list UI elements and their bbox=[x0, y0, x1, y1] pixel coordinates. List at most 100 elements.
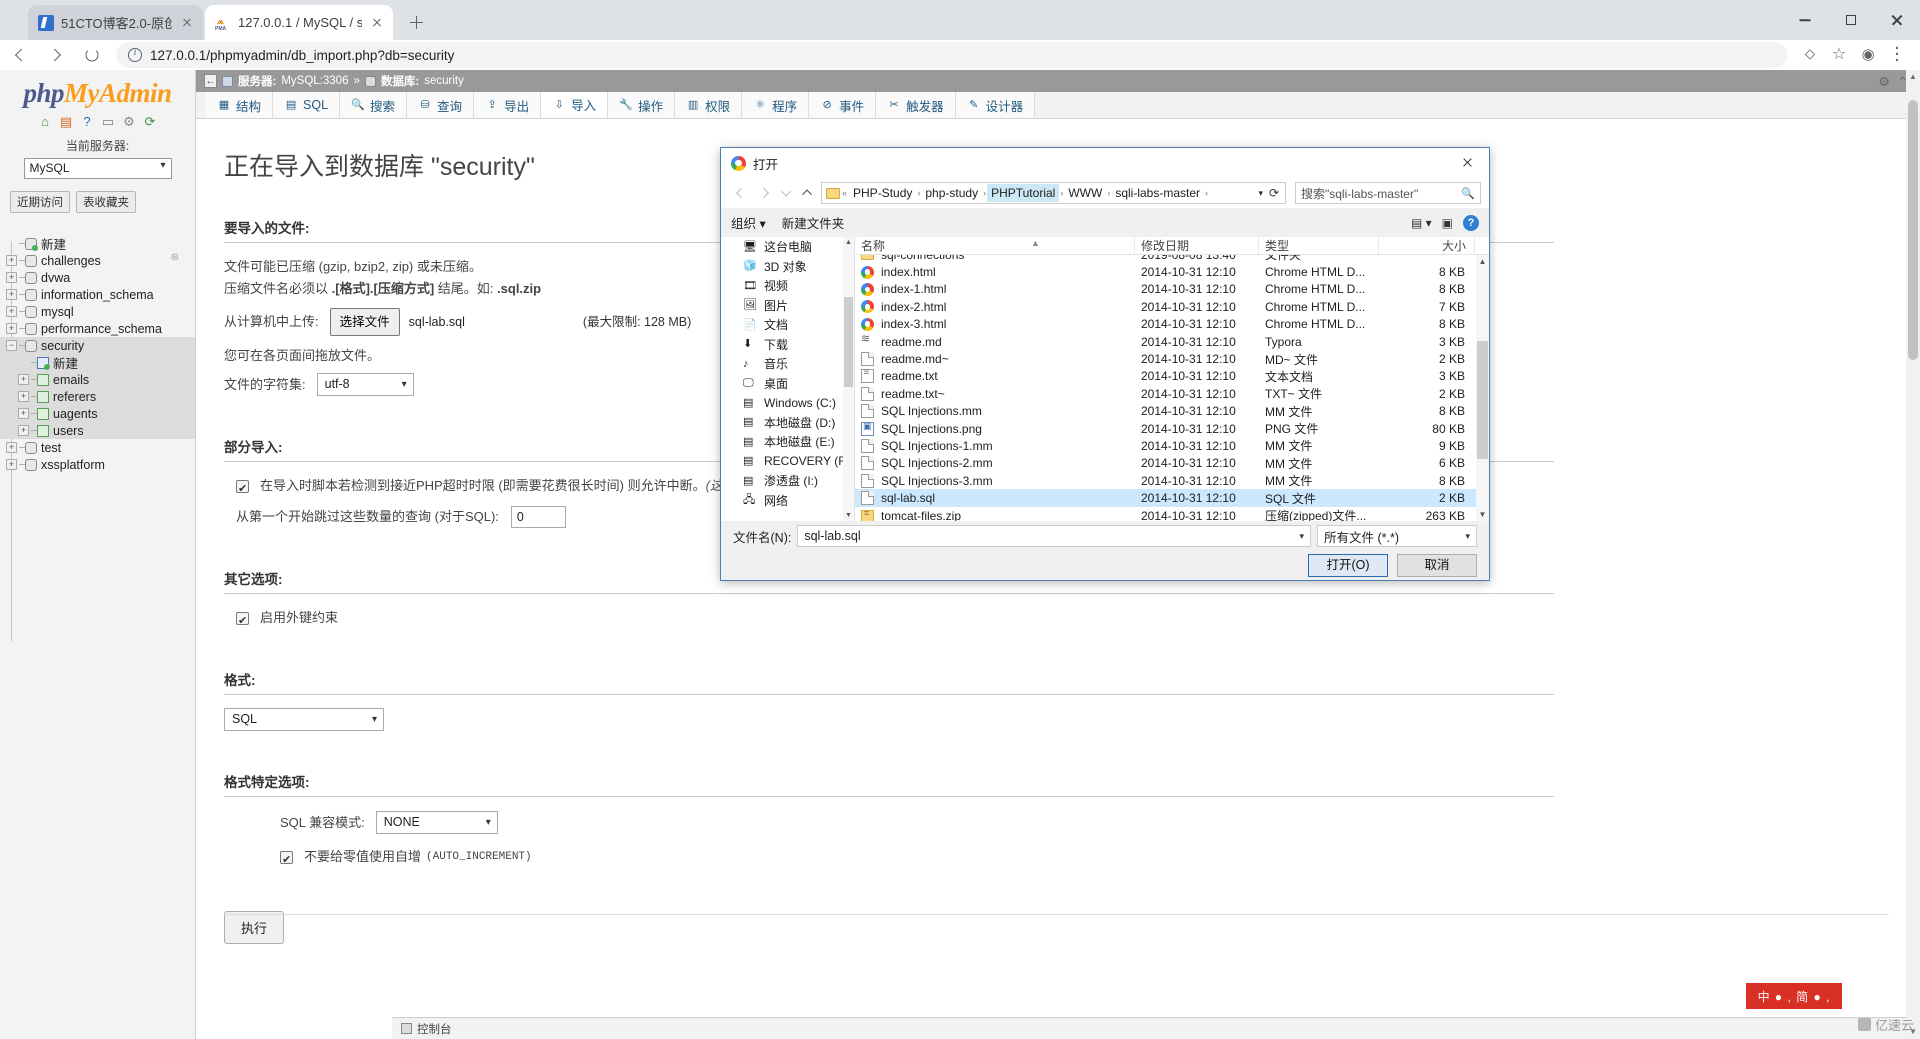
dialog-forward-button[interactable] bbox=[754, 182, 775, 204]
preview-pane-icon[interactable]: ▣ bbox=[1442, 216, 1453, 230]
help-icon[interactable]: ? bbox=[1463, 214, 1479, 231]
column-header-name[interactable]: 名称 bbox=[855, 236, 1135, 255]
tree-item-challenges[interactable]: + challenges bbox=[0, 252, 195, 269]
file-row[interactable]: SQL Injections.png 2014-10-31 12:10 PNG 文件… bbox=[855, 420, 1476, 437]
new-folder-button[interactable]: 新建文件夹 bbox=[782, 213, 845, 232]
tree-item-dvwa[interactable]: + dvwa bbox=[0, 269, 195, 286]
scroll-up-arrow-icon[interactable]: ▲ bbox=[1476, 255, 1489, 268]
back-button[interactable] bbox=[4, 41, 36, 69]
file-row[interactable]: SQL Injections-2.mm 2014-10-31 12:10 MM 文件… bbox=[855, 455, 1476, 472]
profile-icon[interactable] bbox=[1855, 42, 1881, 68]
foreign-key-checkbox[interactable] bbox=[236, 610, 249, 632]
breadcrumb-php-study[interactable]: php-study bbox=[921, 184, 982, 202]
place-桌面[interactable]: 🖵 桌面 bbox=[721, 374, 854, 394]
choose-file-button[interactable]: 选择文件 bbox=[329, 308, 400, 336]
format-select[interactable]: SQL bbox=[224, 708, 384, 731]
browser-tab-0[interactable]: 51CTO博客2.0-原创IT技术文章 bbox=[28, 5, 203, 40]
file-row[interactable]: readme.md 2014-10-31 12:10 Typora 3 KB bbox=[855, 332, 1476, 350]
file-row[interactable]: index-3.html 2014-10-31 12:10 Chrome HTML … bbox=[855, 316, 1476, 333]
charset-select[interactable]: utf-8 bbox=[316, 373, 414, 396]
close-icon[interactable] bbox=[179, 15, 195, 31]
expand-icon[interactable]: + bbox=[18, 408, 29, 419]
autoincrement-checkbox[interactable] bbox=[280, 849, 293, 871]
place-3D 对象[interactable]: 🧊 3D 对象 bbox=[721, 257, 854, 277]
skip-queries-input[interactable]: 0 bbox=[510, 506, 566, 528]
minimize-button[interactable] bbox=[1782, 0, 1828, 40]
view-mode-icon[interactable]: ▤ ▾ bbox=[1411, 216, 1432, 230]
tab-事件[interactable]: ⊘ 事件 bbox=[809, 92, 877, 118]
place-下载[interactable]: ⬇ 下载 bbox=[721, 335, 854, 355]
dialog-recent-dropdown[interactable] bbox=[779, 182, 792, 204]
expand-icon[interactable]: + bbox=[6, 255, 17, 266]
tab-导入[interactable]: ⇩ 导入 bbox=[541, 92, 609, 118]
help-icon[interactable]: ? bbox=[79, 114, 95, 130]
place-本地磁盘 (D:)[interactable]: ▤ 本地磁盘 (D:) bbox=[721, 413, 854, 433]
recent-tables-button[interactable]: 近期访问 bbox=[10, 191, 70, 213]
tree-item-information_schema[interactable]: + information_schema bbox=[0, 286, 195, 303]
dialog-up-button[interactable] bbox=[796, 182, 817, 204]
close-window-button[interactable] bbox=[1874, 0, 1920, 40]
file-row[interactable]: tomcat-files.zip 2014-10-31 12:10 压缩(zippe… bbox=[855, 507, 1476, 521]
new-tab-button[interactable] bbox=[405, 11, 427, 33]
file-row[interactable]: readme.txt 2014-10-31 12:10 文本文档 3 KB bbox=[855, 367, 1476, 385]
search-icon[interactable]: 🔍 bbox=[1461, 187, 1475, 200]
file-type-filter[interactable]: 所有文件 (*.*) ▾ bbox=[1317, 525, 1477, 547]
column-header-type[interactable]: 类型 bbox=[1259, 236, 1379, 255]
tree-item-users[interactable]: + users bbox=[0, 422, 195, 439]
cancel-button[interactable]: 取消 bbox=[1397, 554, 1477, 577]
tree-item-新建[interactable]: 新建 bbox=[0, 235, 195, 252]
tree-item-mysql[interactable]: + mysql bbox=[0, 303, 195, 320]
reload-button[interactable] bbox=[76, 41, 108, 69]
browser-tab-1[interactable]: ⩕ PMA 127.0.0.1 / MySQL / security | bbox=[205, 5, 393, 40]
scrollbar-thumb[interactable] bbox=[844, 297, 853, 387]
tab-搜索[interactable]: 🔍 搜索 bbox=[340, 92, 408, 118]
breadcrumb-sqli-labs-master[interactable]: sqli-labs-master bbox=[1111, 184, 1204, 202]
place-视频[interactable]: 🎞 视频 bbox=[721, 276, 854, 296]
docs-icon[interactable]: ▭ bbox=[100, 114, 116, 130]
tree-item-referers[interactable]: + referers bbox=[0, 388, 195, 405]
place-音乐[interactable]: ♪ 音乐 bbox=[721, 354, 854, 374]
organize-button[interactable]: 组织 ▾ bbox=[731, 213, 766, 232]
allow-interrupt-checkbox[interactable] bbox=[236, 478, 249, 500]
close-icon[interactable] bbox=[369, 15, 385, 31]
expand-icon[interactable]: + bbox=[6, 306, 17, 317]
open-button[interactable]: 打开(O) bbox=[1308, 554, 1388, 577]
sql-compat-select[interactable]: NONE bbox=[375, 811, 498, 834]
refresh-icon[interactable]: ⟳ bbox=[1269, 186, 1279, 200]
chevron-down-icon[interactable]: ▾ bbox=[1258, 188, 1263, 199]
breadcrumb-WWW[interactable]: WWW bbox=[1064, 184, 1106, 202]
phpmyadmin-logo[interactable]: phpMyAdmin bbox=[0, 70, 195, 109]
collapse-icon[interactable]: − bbox=[6, 340, 17, 351]
file-row[interactable]: sql-lab.sql 2014-10-31 12:10 SQL 文件 2 KB bbox=[855, 489, 1476, 507]
file-row[interactable]: index.html 2014-10-31 12:10 Chrome HTML D.… bbox=[855, 263, 1476, 280]
scroll-up-arrow-icon[interactable]: ▲ bbox=[843, 237, 854, 248]
expand-icon[interactable]: + bbox=[6, 289, 17, 300]
address-bar[interactable]: 127.0.0.1/phpmyadmin/db_import.php?db=se… bbox=[116, 42, 1787, 68]
tab-导出[interactable]: ⇪ 导出 bbox=[474, 92, 542, 118]
tab-查询[interactable]: ⛁ 查询 bbox=[407, 92, 475, 118]
tree-item-test[interactable]: + test bbox=[0, 439, 195, 456]
place-这台电脑[interactable]: 🖥 这台电脑 bbox=[721, 237, 854, 257]
gear-icon[interactable]: ⚙ bbox=[1878, 74, 1890, 90]
server-select-wrapper[interactable]: MySQL bbox=[23, 158, 172, 179]
place-RECOVERY (F:)[interactable]: ▤ RECOVERY (F:) bbox=[721, 452, 854, 472]
favorite-tables-button[interactable]: 表收藏夹 bbox=[76, 191, 136, 213]
scroll-down-arrow-icon[interactable]: ▼ bbox=[1476, 508, 1489, 521]
tree-item-performance_schema[interactable]: + performance_schema bbox=[0, 320, 195, 337]
refresh-icon[interactable]: ⟳ bbox=[142, 114, 158, 130]
dialog-back-button[interactable] bbox=[729, 182, 750, 204]
tree-item-uagents[interactable]: + uagents bbox=[0, 405, 195, 422]
place-文档[interactable]: 📄 文档 bbox=[721, 315, 854, 335]
server-select[interactable]: MySQL bbox=[23, 158, 172, 179]
file-row[interactable]: SQL Injections-3.mm 2014-10-31 12:10 MM 文件… bbox=[855, 472, 1476, 489]
column-header-size[interactable]: 大小 bbox=[1379, 236, 1475, 255]
dialog-search-box[interactable]: 搜索"sqli-labs-master" 🔍 bbox=[1295, 182, 1481, 204]
breadcrumb-PHPTutorial[interactable]: PHPTutorial bbox=[987, 184, 1060, 202]
column-header-date[interactable]: 修改日期 bbox=[1135, 236, 1259, 255]
tab-程序[interactable]: ⚛ 程序 bbox=[742, 92, 810, 118]
file-row[interactable]: SQL Injections.mm 2014-10-31 12:10 MM 文件 8 … bbox=[855, 403, 1476, 420]
extensions-icon[interactable] bbox=[1797, 42, 1823, 68]
scrollbar-thumb[interactable] bbox=[1908, 100, 1918, 360]
file-list-scrollbar[interactable]: ▲ ▼ bbox=[1476, 255, 1489, 521]
place-渗透盘 (I:)[interactable]: ▤ 渗透盘 (I:) bbox=[721, 471, 854, 491]
